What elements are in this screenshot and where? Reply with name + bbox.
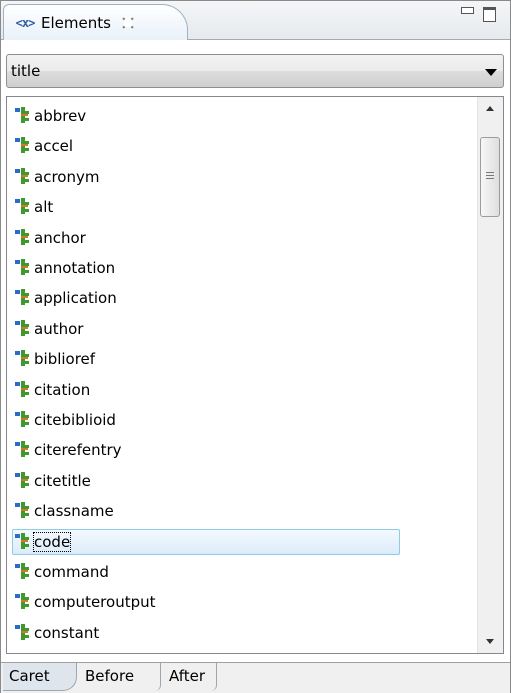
element-icon bbox=[15, 532, 30, 551]
element-icon bbox=[15, 259, 30, 277]
element-icon bbox=[15, 228, 30, 247]
list-item[interactable]: biblioref bbox=[15, 346, 95, 372]
element-filter-combo[interactable]: title bbox=[6, 54, 504, 88]
list-item[interactable]: acronym bbox=[15, 164, 99, 190]
list-item-label: command bbox=[34, 563, 109, 581]
list-item[interactable]: alt bbox=[15, 194, 53, 220]
elements-view-icon: <x> bbox=[15, 15, 36, 30]
tab-after[interactable]: After bbox=[163, 663, 217, 691]
list-item-label: biblioref bbox=[34, 350, 96, 369]
list-item[interactable]: annotation bbox=[15, 255, 115, 281]
list-item-label: citerefentry bbox=[34, 441, 122, 460]
element-icon bbox=[15, 593, 30, 611]
list-item[interactable]: author bbox=[15, 316, 83, 342]
vertical-scrollbar[interactable] bbox=[477, 97, 503, 653]
close-icon[interactable] bbox=[121, 16, 135, 30]
list-item[interactable]: command bbox=[15, 559, 109, 585]
list-item-label: classname bbox=[34, 502, 114, 521]
list-item-label: citebiblioid bbox=[34, 411, 116, 429]
element-icon bbox=[15, 441, 30, 459]
list-item-label: accel bbox=[34, 137, 74, 156]
list-item-label: anchor bbox=[34, 228, 86, 247]
list-item[interactable]: citetitle bbox=[15, 468, 91, 494]
element-icon bbox=[15, 502, 30, 520]
bottom-tabs: Caret Before After bbox=[1, 662, 510, 693]
element-icon bbox=[15, 563, 30, 581]
list-item[interactable]: computeroutput bbox=[15, 589, 156, 615]
scroll-up-arrow-icon[interactable] bbox=[478, 97, 502, 121]
elements-list[interactable]: abbrev accel acronym alt anchor annotation app… bbox=[6, 96, 504, 654]
list-item-label: constant bbox=[34, 623, 100, 642]
scroll-down-arrow-icon[interactable] bbox=[478, 629, 502, 653]
elements-view-tab[interactable]: <x> Elements bbox=[3, 4, 188, 40]
element-icon bbox=[15, 380, 30, 399]
combo-selected-value: title bbox=[11, 62, 41, 80]
maximize-icon[interactable] bbox=[483, 7, 496, 22]
list-item-label: alt bbox=[34, 198, 54, 217]
element-icon bbox=[15, 350, 30, 368]
list-item-label: computeroutput bbox=[34, 593, 156, 612]
element-icon bbox=[15, 471, 30, 490]
element-icon bbox=[15, 167, 30, 186]
scroll-thumb[interactable] bbox=[480, 137, 500, 217]
minimize-icon[interactable] bbox=[461, 7, 474, 14]
list-item-label: citetitle bbox=[34, 471, 91, 490]
view-tab-title: Elements bbox=[41, 13, 111, 32]
element-icon bbox=[15, 623, 30, 642]
list-item[interactable]: accel bbox=[15, 133, 73, 159]
list-item[interactable]: constant bbox=[15, 620, 99, 646]
list-item[interactable]: citebiblioid bbox=[15, 407, 116, 433]
tab-before[interactable]: Before bbox=[79, 663, 161, 691]
list-item[interactable]: code bbox=[12, 528, 400, 555]
list-item[interactable]: citerefentry bbox=[15, 437, 122, 463]
list-item-label: author bbox=[34, 319, 84, 338]
elements-view: <x> Elements title abbrev accel acronym alt… bbox=[0, 0, 511, 693]
list-item[interactable]: citation bbox=[15, 377, 90, 403]
element-icon bbox=[15, 137, 30, 155]
element-icon bbox=[15, 319, 30, 338]
list-item[interactable]: abbrev bbox=[15, 103, 86, 129]
list-item[interactable]: application bbox=[15, 285, 117, 311]
element-icon bbox=[15, 411, 30, 429]
chevron-down-icon[interactable] bbox=[485, 69, 497, 76]
list-item-label: code bbox=[32, 531, 72, 552]
list-item[interactable]: anchor bbox=[15, 225, 86, 251]
element-icon bbox=[15, 198, 30, 216]
element-icon bbox=[15, 289, 30, 307]
tab-caret[interactable]: Caret bbox=[3, 663, 77, 691]
list-item-label: application bbox=[34, 289, 117, 308]
list-item[interactable]: classname bbox=[15, 498, 114, 524]
view-header: <x> Elements bbox=[1, 1, 510, 40]
list-item-label: acronym bbox=[34, 167, 100, 186]
list-item-label: abbrev bbox=[34, 107, 87, 125]
list-item-label: annotation bbox=[34, 259, 116, 277]
list-item-label: citation bbox=[34, 380, 91, 399]
element-icon bbox=[15, 107, 30, 125]
